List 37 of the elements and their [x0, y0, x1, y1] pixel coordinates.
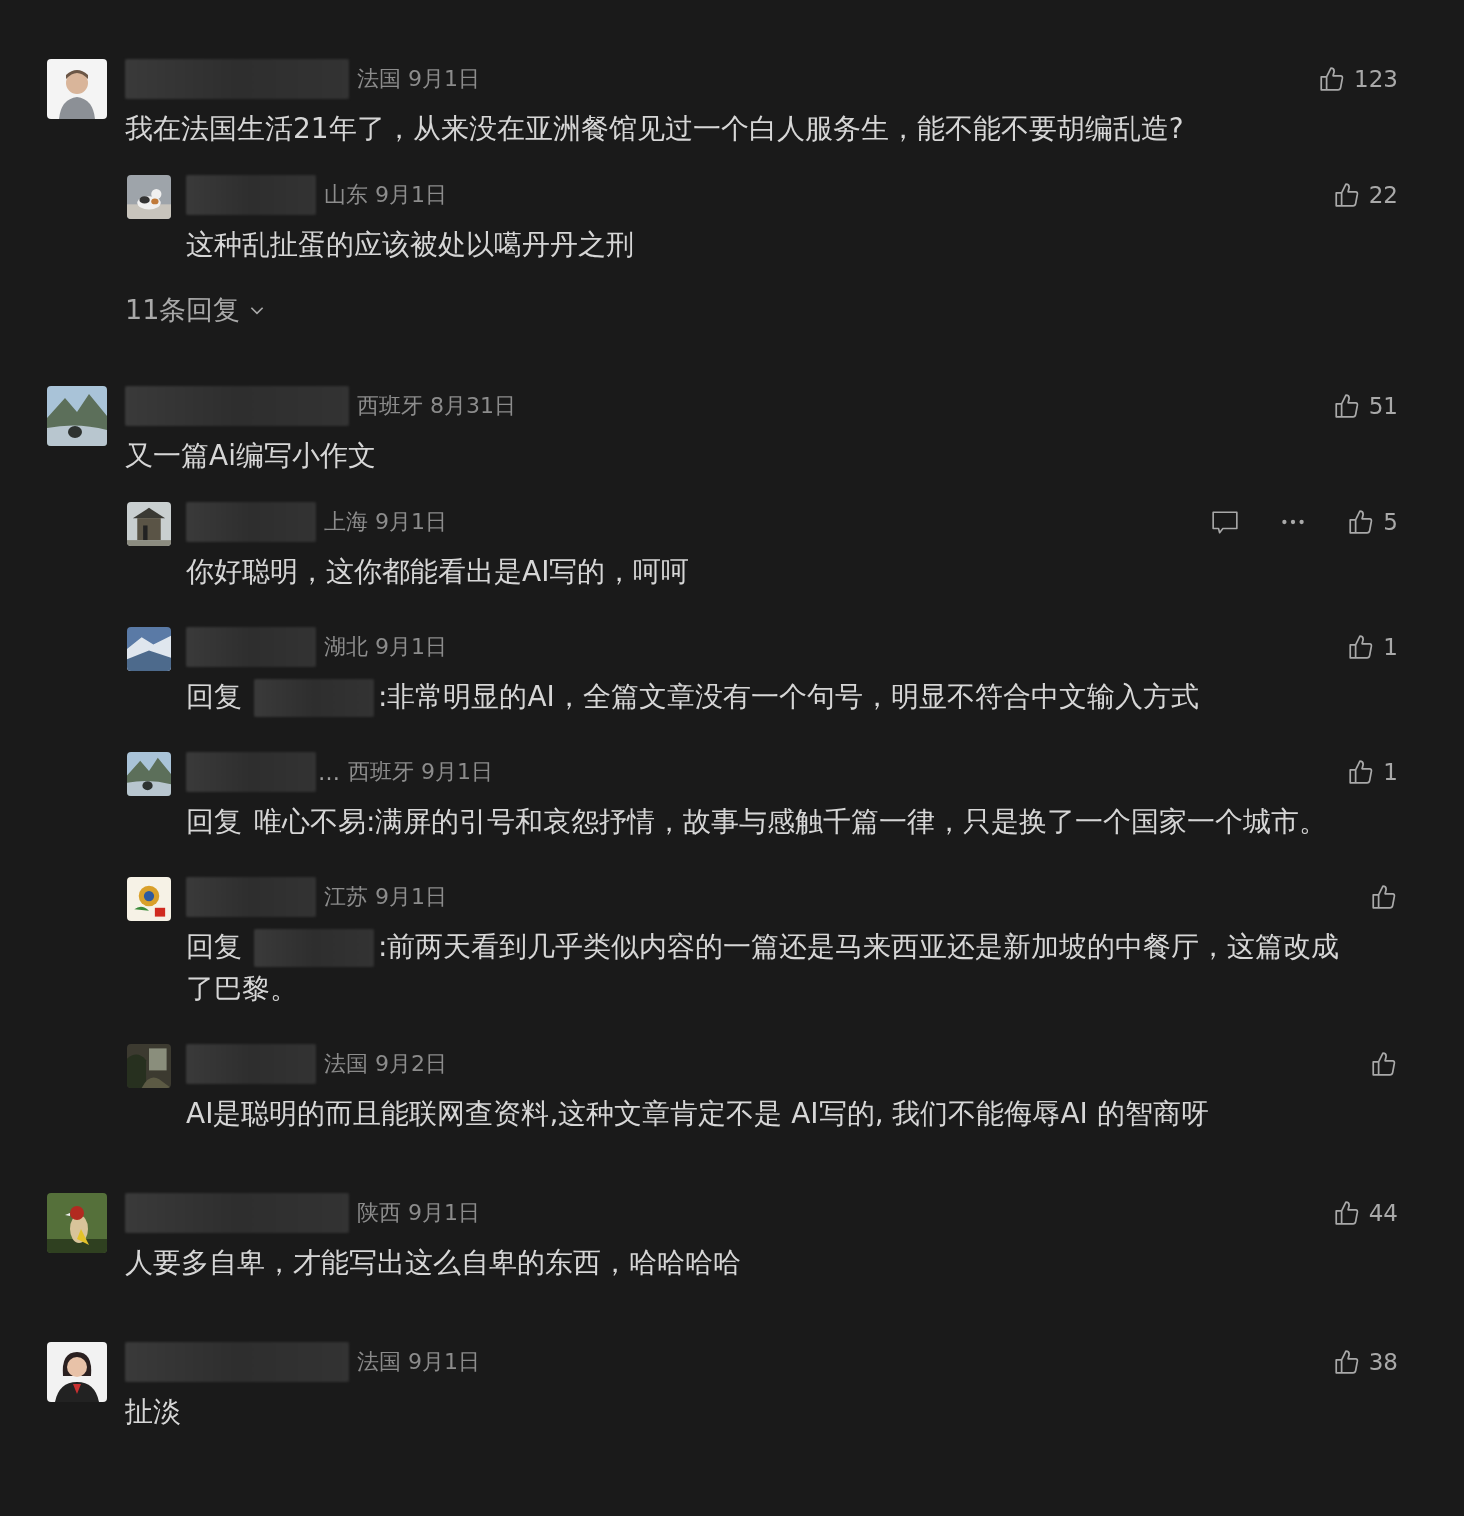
thumbs-up-icon[interactable] — [1332, 1348, 1361, 1376]
location-date: 法国 9月2日 — [324, 1050, 447, 1078]
like-button[interactable] — [1370, 1050, 1398, 1078]
location-date: 上海 9月1日 — [324, 508, 447, 536]
comment-text: 我在法国生活21年了，从来没在亚洲餐馆见过一个白人服务生，能不能不要胡编乱造? — [125, 111, 1185, 147]
location-date: 山东 9月1日 — [324, 181, 447, 209]
like-button[interactable]: 22 — [1332, 181, 1398, 209]
comment-text: 你好聪明，这你都能看出是AI写的，呵呵 — [186, 554, 691, 590]
like-button[interactable]: 1 — [1347, 633, 1398, 661]
thumbs-up-icon[interactable] — [1332, 181, 1361, 209]
location-date: 江苏 9月1日 — [324, 883, 447, 911]
thumbs-up-icon[interactable] — [1332, 392, 1361, 420]
comment-text: 这种乱扯蛋的应该被处以噶丹丹之刑 — [186, 227, 635, 263]
thumbs-up-icon[interactable] — [1332, 1199, 1361, 1227]
like-button[interactable]: 44 — [1332, 1199, 1398, 1227]
location-date: 陕西 9月1日 — [357, 1199, 480, 1227]
comment-text: 扯淡 — [125, 1394, 182, 1430]
location-date: 西班牙 8月31日 — [357, 392, 516, 420]
like-button[interactable]: 1 — [1347, 758, 1398, 786]
comment-text: 人要多自卑，才能写出这么自卑的东西，哈哈哈哈 — [125, 1245, 742, 1281]
comment-text: 又一篇Ai编写小作文 — [125, 438, 377, 474]
like-button[interactable] — [1370, 883, 1398, 911]
like-button[interactable]: 5 — [1347, 508, 1398, 536]
location-date: 法国 9月1日 — [357, 1348, 480, 1376]
location-date: 湖北 9月1日 — [324, 633, 447, 661]
username[interactable]: 唯心不易 — [254, 805, 366, 838]
like-button[interactable]: 38 — [1332, 1348, 1398, 1376]
comment-text: AI是聪明的而且能联网查资料,这种文章肯定不是 AI写的, 我们不能侮辱AI 的智商呀 — [186, 1096, 1210, 1132]
comment-text: 回复 :前两天看到几乎类似内容的一篇还是马来西亚还是新加坡的中餐厅，这篇改成了巴黎。 — [186, 928, 1341, 1007]
more-replies-link[interactable]: 11条回复 — [125, 292, 267, 328]
username[interactable]: … — [318, 759, 340, 785]
location-date: 西班牙 9月1日 — [348, 758, 493, 786]
location-date: 法国 9月1日 — [357, 65, 480, 93]
comment-text: 回复 唯心不易:满屏的引号和哀怨抒情，故事与感触千篇一律，只是换了一个国家一个城市。 — [186, 804, 1329, 840]
like-button[interactable]: 51 — [1332, 392, 1398, 420]
like-button[interactable]: 123 — [1318, 65, 1398, 93]
comment-text: 回复 :非常明显的AI，全篇文章没有一个句号，明显不符合中文输入方式 — [186, 676, 1398, 718]
